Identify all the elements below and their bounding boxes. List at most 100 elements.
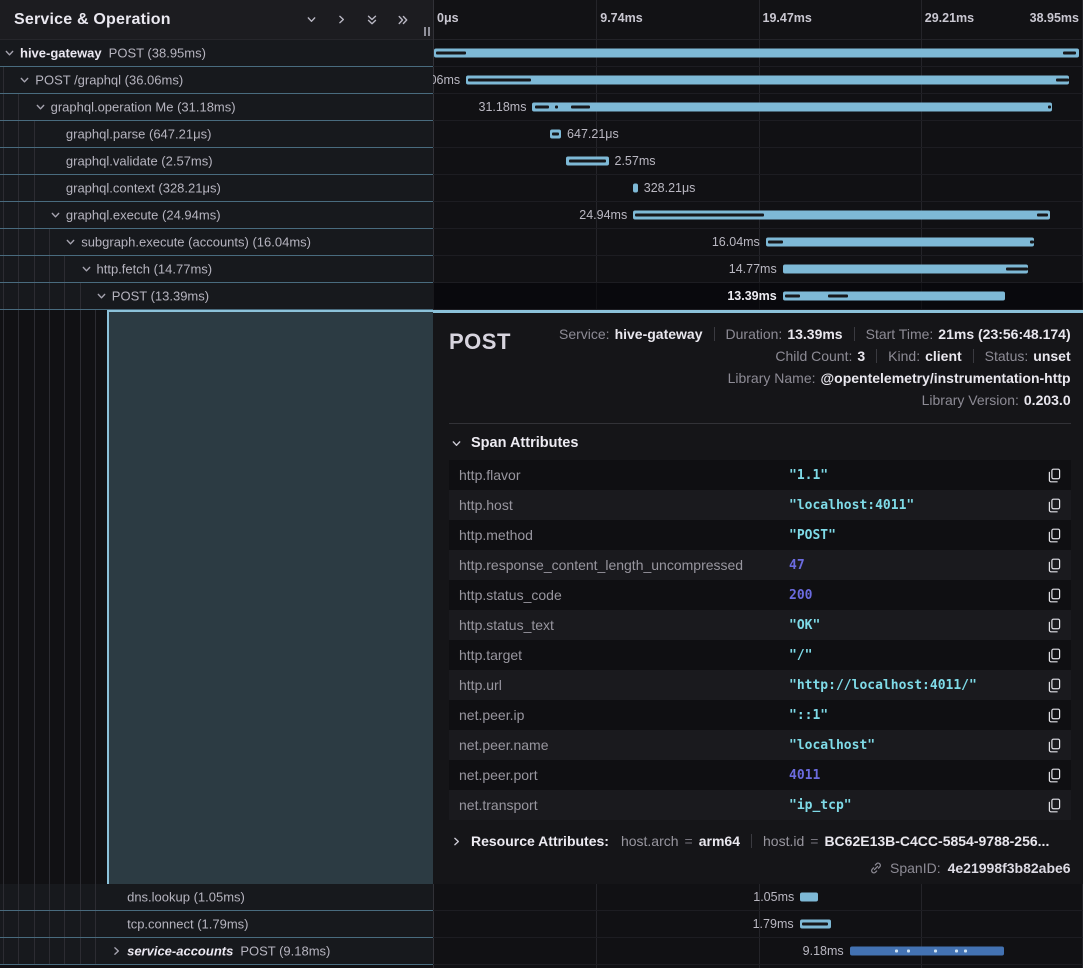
span-name: service-accountsPOST (9.18ms) <box>127 944 330 959</box>
span-tree-item[interactable]: graphql.execute (24.94ms) <box>0 202 433 229</box>
chevron-down-icon[interactable] <box>81 264 92 275</box>
span-bar-tick <box>964 950 967 953</box>
span-tree-item[interactable]: graphql.context (328.21μs) <box>0 175 433 202</box>
copy-icon[interactable] <box>1048 738 1061 753</box>
span-duration-label: 13.39ms <box>727 289 776 303</box>
attribute-key: http.flavor <box>459 467 789 483</box>
indent-guide <box>95 310 96 884</box>
span-bar-tick <box>768 241 782 244</box>
indent-guide <box>34 283 35 309</box>
chevron-right-icon[interactable] <box>336 14 347 25</box>
copy-icon[interactable] <box>1048 558 1061 573</box>
span-duration-label: 647.21μs <box>567 127 619 141</box>
span-tree-item[interactable]: graphql.validate (2.57ms) <box>0 148 433 175</box>
indent-guide <box>18 256 19 282</box>
copy-icon[interactable] <box>1048 708 1061 723</box>
attribute-value: "localhost" <box>789 738 1048 753</box>
span-tree-item[interactable]: subgraph.execute (accounts) (16.04ms) <box>0 229 433 256</box>
span-bar-tick <box>895 950 898 953</box>
span-tree-item[interactable]: service-accountsPOST (9.18ms) <box>0 938 433 965</box>
chevron-down-icon[interactable] <box>306 14 317 25</box>
span-bar[interactable] <box>783 265 1029 274</box>
span-tree-item[interactable]: dns.lookup (1.05ms) <box>0 884 433 911</box>
span-bar[interactable] <box>800 893 818 902</box>
attribute-row: http.flavor"1.1" <box>449 460 1071 490</box>
attribute-key: http.url <box>459 677 789 693</box>
splitter-handle[interactable] <box>424 27 430 36</box>
span-tree-item[interactable]: POST /graphql (36.06ms) <box>0 67 433 94</box>
attribute-row: http.method"POST" <box>449 520 1071 550</box>
chevron-down-icon[interactable] <box>35 102 46 113</box>
indent-guide <box>3 938 4 964</box>
span-tree-item[interactable]: POST (13.39ms) <box>0 283 433 310</box>
indent-guide <box>3 175 4 201</box>
copy-icon[interactable] <box>1048 618 1061 633</box>
span-bar-tick <box>1006 268 1028 271</box>
indent-guide <box>49 256 50 282</box>
span-bar-tick <box>555 106 559 109</box>
copy-icon[interactable] <box>1048 798 1061 813</box>
chevron-down-icon[interactable] <box>50 210 61 221</box>
span-bar[interactable] <box>532 103 1052 112</box>
copy-icon[interactable] <box>1048 588 1061 603</box>
indent-guide <box>95 884 96 910</box>
span-tree-item[interactable]: graphql.parse (647.21μs) <box>0 121 433 148</box>
indent-guide <box>18 229 19 255</box>
copy-icon[interactable] <box>1048 498 1061 513</box>
resource-attribute-key: host.arch <box>621 833 679 849</box>
attribute-row: http.target"/" <box>449 640 1071 670</box>
copy-icon[interactable] <box>1048 468 1061 483</box>
chevron-down-icon[interactable] <box>96 291 107 302</box>
span-duration-label: 24.94ms <box>579 208 627 222</box>
detail-field-value: @opentelemetry/instrumentation-http <box>821 369 1071 387</box>
chevron-down-icon[interactable] <box>65 237 76 248</box>
span-name: dns.lookup (1.05ms) <box>127 890 245 905</box>
span-bar[interactable] <box>633 184 638 193</box>
resource-attributes-row[interactable]: Resource Attributes: host.arch=arm64host… <box>449 833 1071 849</box>
span-bar-tick <box>828 295 848 298</box>
chevron-right-icon <box>451 836 462 847</box>
span-bar-tick <box>1063 52 1077 55</box>
copy-icon[interactable] <box>1048 768 1061 783</box>
span-bar[interactable] <box>466 76 1069 85</box>
copy-icon[interactable] <box>1048 648 1061 663</box>
span-duration-label: 328.21μs <box>644 181 696 195</box>
span-name: subgraph.execute (accounts) (16.04ms) <box>81 235 311 250</box>
span-tree-item[interactable]: graphql.operation Me (31.18ms) <box>0 94 433 121</box>
copy-icon[interactable] <box>1048 528 1061 543</box>
span-tree-item[interactable]: http.fetch (14.77ms) <box>0 256 433 283</box>
chevron-down-icon[interactable] <box>19 75 30 86</box>
span-attributes-header[interactable]: Span Attributes <box>449 424 1071 460</box>
resource-attribute-value: arm64 <box>699 833 740 849</box>
chevron-down-icon[interactable] <box>4 48 15 59</box>
span-bar[interactable] <box>766 238 1034 247</box>
indent-guide <box>18 175 19 201</box>
indent-guide <box>3 148 4 174</box>
span-tree-item[interactable]: hive-gatewayPOST (38.95ms) <box>0 40 433 67</box>
span-bar[interactable] <box>783 292 1005 301</box>
attribute-key: net.peer.port <box>459 767 789 783</box>
trace-timeline-view: Service & Operation 0μs9.74ms19.47ms29.2… <box>0 0 1083 968</box>
indent-guide <box>95 911 96 937</box>
double-chevron-right-icon[interactable] <box>397 14 409 26</box>
span-tree-item[interactable]: tcp.connect (1.79ms) <box>0 911 433 938</box>
ruler-tick-label: 38.95ms <box>1030 11 1079 25</box>
span-name: graphql.execute (24.94ms) <box>66 208 221 223</box>
indent-guide <box>18 283 19 309</box>
double-chevron-down-icon[interactable] <box>366 14 378 26</box>
detail-field-value: hive-gateway <box>615 325 703 343</box>
span-bar[interactable] <box>850 947 1004 956</box>
ruler-tick-label: 0μs <box>437 11 459 25</box>
chevron-right-icon[interactable] <box>111 946 122 957</box>
attribute-key: http.host <box>459 497 789 513</box>
span-detail-overview: Service:hive-gatewayDuration:13.39msStar… <box>559 325 1071 409</box>
indent-guide <box>3 121 4 147</box>
detail-field-label: Kind: <box>888 347 920 365</box>
span-bar[interactable] <box>434 49 1079 58</box>
span-row: http.fetch (14.77ms)14.77ms <box>0 256 1083 283</box>
span-id-value: 4e21998f3b82abe6 <box>948 860 1071 876</box>
indent-guide <box>49 310 50 884</box>
attribute-value: "http://localhost:4011/" <box>789 678 1048 693</box>
copy-icon[interactable] <box>1048 678 1061 693</box>
span-bar-tick <box>1048 106 1051 109</box>
